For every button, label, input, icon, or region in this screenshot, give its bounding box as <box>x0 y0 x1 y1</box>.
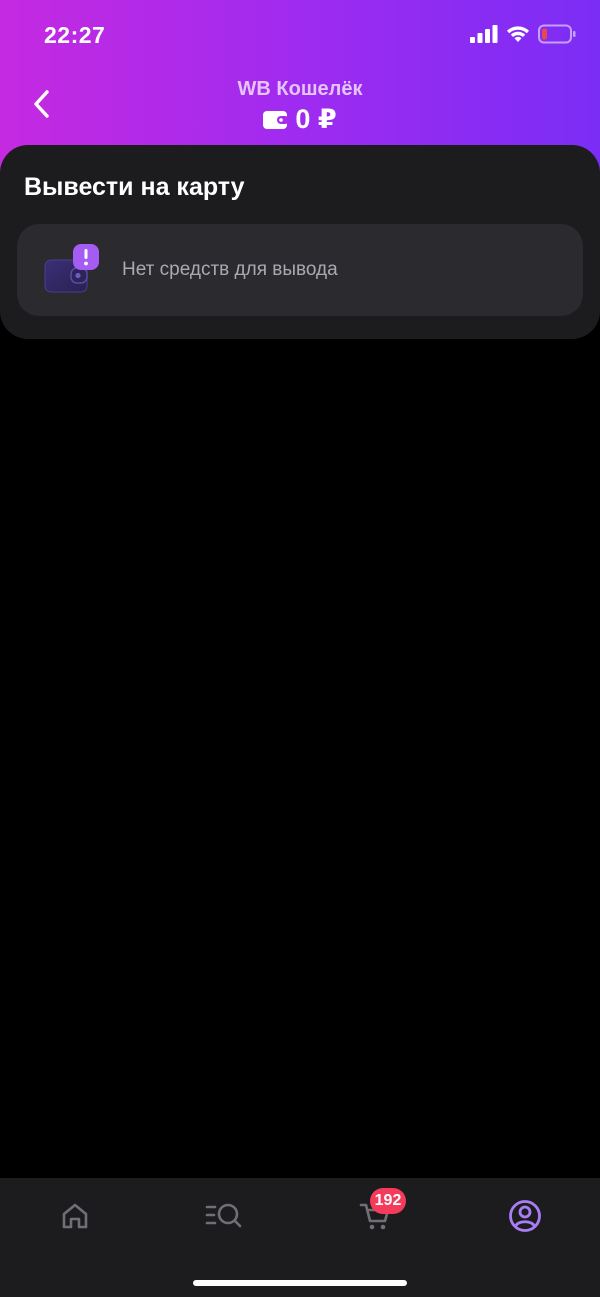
wifi-icon <box>507 26 529 42</box>
home-icon <box>62 1203 88 1229</box>
status-bar: 22:27 <box>0 0 600 72</box>
balance-amount: 0 ₽ <box>295 104 337 134</box>
wallet-warning-icon <box>43 244 99 298</box>
empty-funds-row: Нет средств для вывода <box>17 224 583 316</box>
wallet-icon <box>263 110 290 129</box>
section-title: Вывести на карту <box>24 173 245 201</box>
empty-funds-message: Нет средств для вывода <box>122 259 338 280</box>
wallet-header: WB Кошелёк 0 ₽ <box>0 72 600 144</box>
home-indicator <box>193 1280 407 1286</box>
battery-icon <box>538 24 576 44</box>
nav-home[interactable] <box>45 1196 105 1236</box>
profile-icon <box>509 1200 541 1232</box>
catalog-search-icon <box>205 1203 242 1228</box>
status-time: 22:27 <box>44 22 106 48</box>
nav-profile[interactable] <box>495 1196 555 1236</box>
status-icons <box>470 24 576 44</box>
withdraw-card: Вывести на карту Нет средств для вывода <box>0 145 600 339</box>
page-title: WB Кошелёк <box>237 78 363 100</box>
cart-badge: 192 <box>370 1188 406 1214</box>
signal-icon <box>470 25 498 43</box>
nav-catalog[interactable] <box>195 1196 255 1236</box>
balance: 0 ₽ <box>0 104 600 135</box>
